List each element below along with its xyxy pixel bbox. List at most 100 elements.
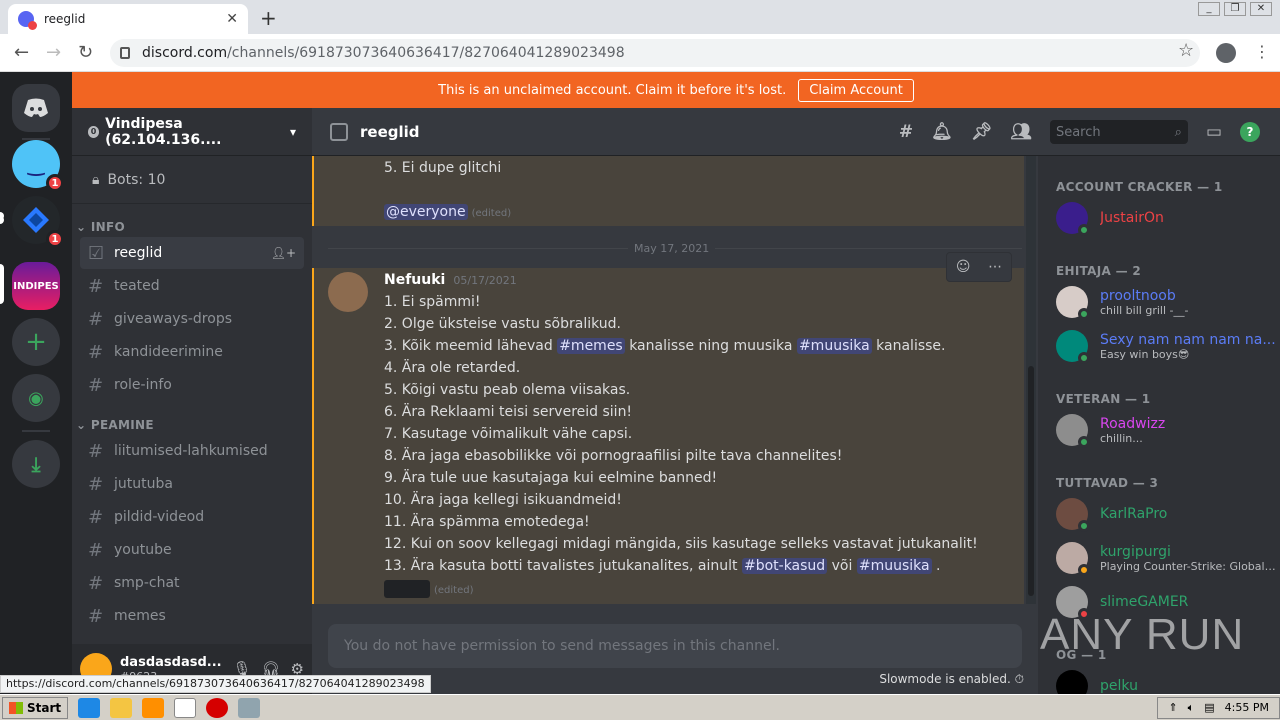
- channel-memes[interactable]: # memes: [80, 600, 304, 632]
- add-server-icon[interactable]: +: [12, 318, 60, 366]
- back-arrow-icon[interactable]: ←: [14, 42, 29, 63]
- media-player-icon[interactable]: [142, 697, 165, 718]
- guild-icon-diamond[interactable]: 1: [12, 196, 64, 248]
- window-close-icon[interactable]: ✕: [1250, 2, 1272, 16]
- app-icon[interactable]: [238, 697, 261, 718]
- claim-account-button[interactable]: Claim Account: [798, 78, 914, 102]
- everyone-mention[interactable]: @everyone: [384, 204, 468, 220]
- inbox-icon[interactable]: ▭: [1206, 122, 1222, 142]
- rules-channel-icon: ☑: [88, 242, 105, 264]
- unclaimed-account-banner: This is an unclaimed account. Claim it b…: [72, 72, 1280, 108]
- channel-giveaways-drops[interactable]: # giveaways-drops: [80, 303, 304, 335]
- guild-separator: [22, 430, 50, 432]
- category-info[interactable]: ⌄ INFO: [72, 204, 312, 236]
- locked-bots-channel[interactable]: 🔒︎ Bots: 10: [72, 156, 312, 204]
- download-icon[interactable]: ⤓: [12, 440, 60, 488]
- reload-icon[interactable]: ↻: [78, 42, 93, 63]
- maximize-icon[interactable]: ❐: [1224, 2, 1246, 16]
- channel-jututuba[interactable]: # jututuba: [80, 468, 304, 500]
- network-icon[interactable]: ▤: [1204, 701, 1214, 714]
- message-header: Nefuuki 05/17/2021: [384, 272, 517, 288]
- channel-smp-chat[interactable]: # smp-chat: [80, 567, 304, 599]
- online-status-icon: [1078, 224, 1090, 236]
- message-scrollbar[interactable]: [1026, 156, 1036, 604]
- threads-icon[interactable]: #: [899, 122, 913, 142]
- mention-badge: 1: [46, 174, 64, 192]
- channel-teated[interactable]: # teated: [80, 270, 304, 302]
- channel-role-info[interactable]: # role-info: [80, 369, 304, 401]
- channel-mention-bot-kasud[interactable]: #bot-kasud: [741, 558, 828, 574]
- message-list: 5. Ei dupe glitchi @everyone (edited) May…: [312, 156, 1038, 604]
- member-item[interactable]: Sexy nam nam nam na... Easy win boys😎: [1056, 330, 1278, 364]
- member-item[interactable]: prooltnoob chill bill grill -__-: [1056, 286, 1278, 320]
- channel-mention-muusika[interactable]: #muusika: [856, 558, 932, 574]
- hash-icon: #: [88, 275, 104, 297]
- lock-icon: 🔒︎: [92, 171, 100, 188]
- message-author[interactable]: Nefuuki: [384, 272, 445, 288]
- server-list: ‿ 1 1 INDIPES + ◉ ⤓: [0, 72, 72, 694]
- lock-icon: [120, 47, 130, 59]
- forward-arrow-icon[interactable]: →: [46, 42, 61, 63]
- member-item[interactable]: Roadwizz chillin...: [1056, 414, 1278, 448]
- member-item[interactable]: kurgipurgi Playing Counter-Strike: Global…: [1056, 542, 1278, 576]
- add-reaction-icon[interactable]: ☺: [956, 259, 971, 275]
- message-line: 6. Ära Reklaami teisi servereid siin!: [384, 404, 633, 420]
- url-bar[interactable]: discord.com/channels/691873073640636417/…: [110, 39, 1200, 67]
- member-item[interactable]: pelku: [1056, 670, 1278, 694]
- browser-menu-icon[interactable]: ⋮: [1254, 42, 1270, 61]
- discord-home-icon[interactable]: [12, 84, 60, 132]
- tray-up-icon[interactable]: ⇑: [1168, 701, 1177, 714]
- message-line: 11. Ära spämma emotedega!: [384, 514, 590, 530]
- channel-pildid-videod[interactable]: # pildid-videod: [80, 501, 304, 533]
- help-icon[interactable]: ?: [1240, 122, 1260, 142]
- avatar: [1056, 542, 1090, 576]
- start-button[interactable]: Start: [2, 696, 69, 719]
- windows-taskbar: Start ⇑ 🔈︎ ▤ 4:55 PM: [0, 694, 1280, 720]
- hash-icon: #: [88, 506, 104, 528]
- tab-close-icon[interactable]: ✕: [226, 11, 238, 27]
- channel-kandideerimine[interactable]: # kandideerimine: [80, 336, 304, 368]
- channel-reeglid[interactable]: ☑ reeglid 👤︎+: [80, 237, 304, 269]
- channel-liitumised-lahkumised[interactable]: # liitumised-lahkumised: [80, 435, 304, 467]
- more-options-icon[interactable]: ⋯: [988, 259, 1002, 275]
- mobile-status-icon: [1078, 436, 1090, 448]
- scrollbar-thumb[interactable]: [1028, 366, 1034, 596]
- ie-icon[interactable]: [78, 697, 101, 718]
- channel-youtube[interactable]: # youtube: [80, 534, 304, 566]
- search-input[interactable]: Search ⌕: [1049, 120, 1188, 144]
- avatar: [1056, 202, 1090, 236]
- new-tab-button[interactable]: +: [260, 6, 277, 30]
- browser-tab[interactable]: reeglid ✕: [8, 4, 248, 34]
- guild-icon-vindipesa[interactable]: INDIPES: [12, 262, 60, 310]
- explore-compass-icon[interactable]: ◉: [12, 374, 60, 422]
- chrome-icon[interactable]: [174, 697, 197, 718]
- message-timestamp: 05/17/2021: [453, 274, 517, 287]
- guild-icon-smile[interactable]: ‿ 1: [12, 140, 64, 192]
- category-peamine[interactable]: ⌄ PEAMINE: [72, 402, 312, 434]
- volume-icon[interactable]: 🔈︎: [1188, 701, 1195, 715]
- invite-member-icon[interactable]: 👤︎+: [271, 246, 296, 260]
- avatar[interactable]: [328, 272, 368, 312]
- edited-label: (edited): [471, 208, 512, 219]
- message-line: 13. Ära kasuta botti tavalistes jutukana…: [384, 558, 941, 574]
- tab-title: reeglid: [44, 12, 86, 26]
- members-icon[interactable]: 👥︎: [1010, 122, 1032, 142]
- bell-icon[interactable]: 🔔︎: [931, 122, 953, 142]
- avatar: [1056, 330, 1090, 364]
- server-header[interactable]: 0 Vindipesa (62.104.136.... ▾: [72, 108, 312, 156]
- folder-icon[interactable]: [110, 697, 133, 718]
- member-item[interactable]: JustairOn: [1056, 202, 1278, 236]
- pin-icon[interactable]: 📌︎: [971, 122, 993, 142]
- server-name: Vindipesa (62.104.136....: [105, 115, 222, 148]
- bookmark-star-icon[interactable]: ☆: [1178, 40, 1194, 61]
- clock[interactable]: 4:55 PM: [1225, 701, 1269, 714]
- timer-icon: ⏱: [1014, 672, 1024, 686]
- channel-mention-muusika[interactable]: #muusika: [796, 338, 872, 354]
- profile-avatar-icon[interactable]: [1216, 43, 1236, 63]
- channel-mention-memes[interactable]: #memes: [557, 338, 625, 354]
- hash-icon: #: [88, 308, 104, 330]
- minimize-icon[interactable]: _: [1198, 2, 1220, 16]
- spoiler-block[interactable]: [384, 580, 430, 598]
- member-item[interactable]: KarlRaPro: [1056, 498, 1278, 532]
- opera-icon[interactable]: [206, 697, 229, 718]
